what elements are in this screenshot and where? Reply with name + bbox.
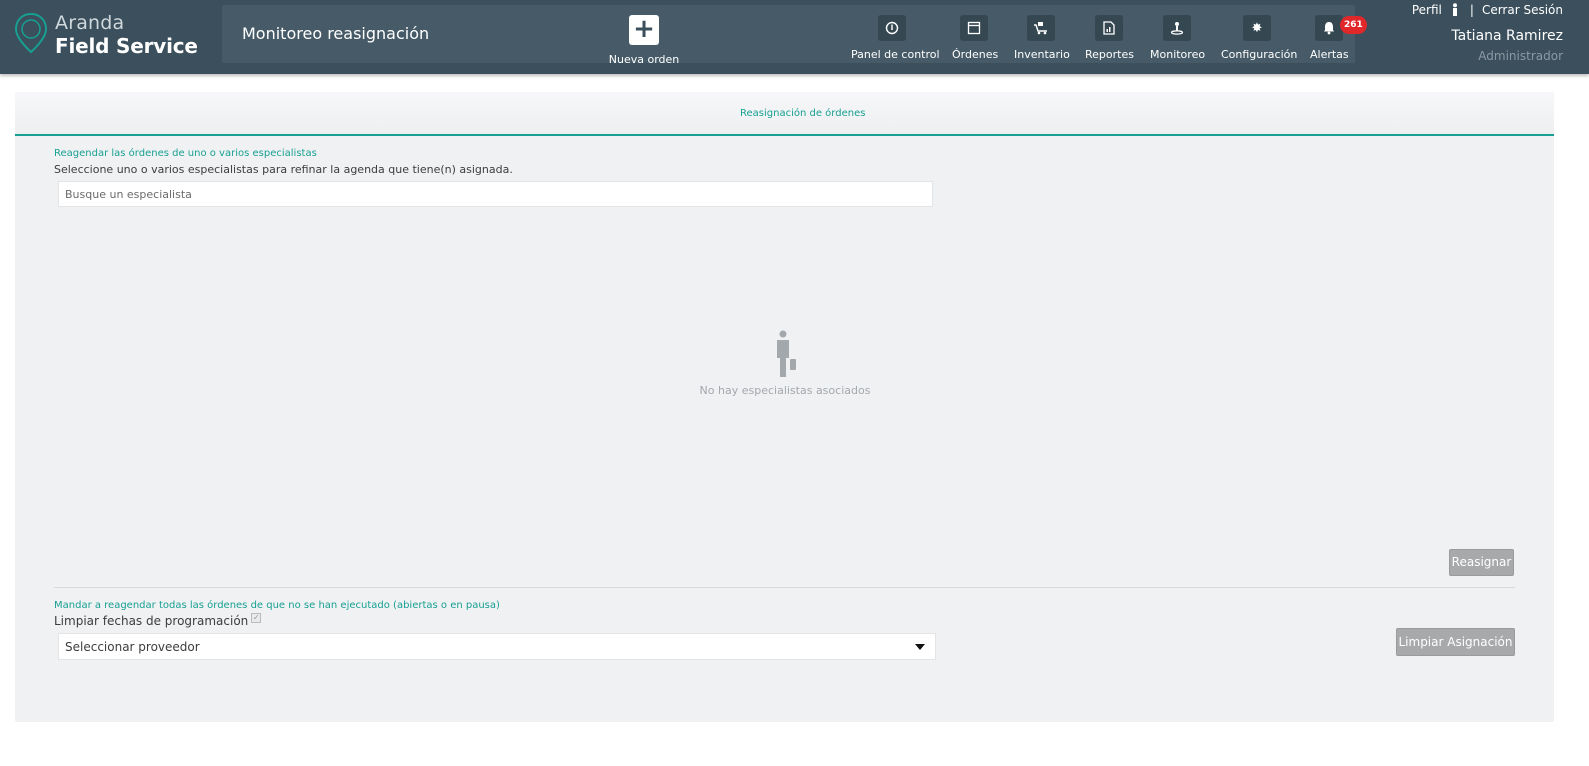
provider-select[interactable]: Seleccionar proveedor — [58, 633, 936, 660]
user-name: Tatiana Ramirez — [1451, 28, 1563, 44]
plus-icon: + — [629, 15, 659, 45]
dashboard-icon — [878, 15, 906, 41]
location-pin-logo-icon — [14, 12, 48, 54]
nav-label: Panel de control — [851, 48, 940, 61]
top-bar: Aranda Field Service Monitoreo reasignac… — [0, 0, 1589, 74]
nav-panel-de-control[interactable]: Panel de control — [851, 15, 940, 61]
section-reschedule-specialists-description: Seleccione uno o varios especialistas pa… — [54, 163, 513, 176]
brand-name-line1: Aranda — [55, 12, 125, 34]
inventory-icon — [1026, 15, 1055, 41]
nav-label: Órdenes — [952, 48, 999, 61]
logout-link[interactable]: Cerrar Sesión — [1482, 3, 1563, 17]
clear-dates-label: Limpiar fechas de programación — [54, 614, 249, 628]
nav-configuracion[interactable]: ✸ Configuración — [1221, 15, 1298, 61]
section-reschedule-specialists-title: Reagendar las órdenes de uno o varios es… — [54, 148, 317, 159]
nav-label: Reportes — [1085, 48, 1134, 61]
bell-icon — [1315, 15, 1343, 41]
clear-assignment-button[interactable]: Limpiar Asignación — [1396, 628, 1515, 656]
separator: | — [1469, 3, 1474, 17]
reports-icon — [1094, 15, 1123, 41]
profile-link[interactable]: Perfil — [1412, 3, 1442, 17]
tab-reasignacion-ordenes[interactable]: Reasignación de órdenes — [740, 108, 865, 119]
clear-dates-checkbox[interactable]: ✓ — [251, 613, 262, 623]
user-links: Perfil | Cerrar Sesión — [1412, 3, 1563, 17]
nav-inventario[interactable]: Inventario — [1014, 15, 1070, 61]
orders-icon — [960, 15, 988, 41]
nav-label: Inventario — [1014, 48, 1070, 61]
person-icon — [1452, 3, 1457, 16]
nav-monitoreo[interactable]: Monitoreo — [1150, 15, 1206, 61]
brand-logo[interactable]: Aranda Field Service — [14, 12, 214, 58]
user-role: Administrador — [1478, 49, 1563, 63]
empty-specialists-message: No hay especialistas asociados — [699, 384, 871, 397]
reassign-button[interactable]: Reasignar — [1449, 549, 1514, 576]
section-divider — [54, 587, 1515, 588]
brand-name-line2: Field Service — [55, 34, 198, 58]
nav-label: Monitoreo — [1150, 48, 1206, 61]
settings-icon: ✸ — [1243, 15, 1271, 41]
specialist-search-input[interactable] — [58, 181, 933, 207]
new-order-label: Nueva orden — [608, 53, 680, 66]
chevron-down-icon — [915, 644, 925, 650]
clear-dates-option: Limpiar fechas de programación ✓ — [54, 613, 262, 628]
nav-label: Configuración — [1221, 48, 1298, 61]
specialist-person-icon — [772, 330, 798, 382]
main-card: Reasignación de órdenes Reagendar las ór… — [15, 92, 1554, 722]
nav-label: Alertas — [1310, 48, 1349, 61]
tab-bar: Reasignación de órdenes — [15, 92, 1554, 136]
section-reschedule-all-title: Mandar a reagendar todas las órdenes de … — [54, 600, 500, 611]
nav-ordenes[interactable]: Órdenes — [952, 15, 999, 61]
page-title: Monitoreo reasignación — [242, 24, 430, 43]
new-order-button[interactable]: + Nueva orden — [604, 15, 684, 66]
nav-reportes[interactable]: Reportes — [1085, 15, 1134, 61]
monitoring-icon — [1162, 15, 1191, 41]
alerts-count-badge: 261 — [1340, 16, 1367, 34]
provider-select-value: Seleccionar proveedor — [65, 640, 200, 654]
